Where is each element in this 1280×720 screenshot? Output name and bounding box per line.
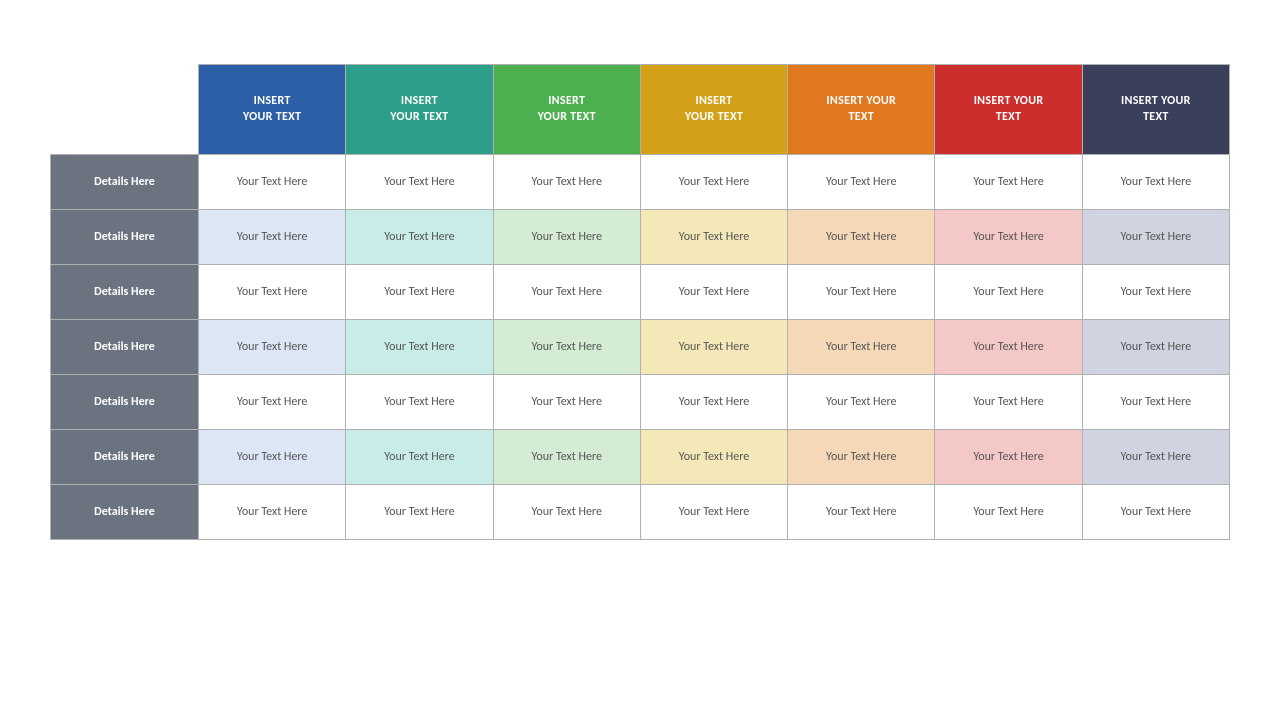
cell-r6-c1[interactable]: Your Text Here <box>199 430 346 485</box>
cell-r6-c4[interactable]: Your Text Here <box>640 430 787 485</box>
cell-r2-c7[interactable]: Your Text Here <box>1082 210 1229 265</box>
table-row: Details HereYour Text HereYour Text Here… <box>51 375 1230 430</box>
column-header-5: INSERT YOURTEXT <box>788 65 935 155</box>
column-header-2: INSERTYOUR TEXT <box>346 65 493 155</box>
cell-r4-c1[interactable]: Your Text Here <box>199 320 346 375</box>
cell-r2-c4[interactable]: Your Text Here <box>640 210 787 265</box>
cell-r5-c3[interactable]: Your Text Here <box>493 375 640 430</box>
cell-r3-c4[interactable]: Your Text Here <box>640 265 787 320</box>
row-label-2: Details Here <box>51 210 199 265</box>
cell-r1-c1[interactable]: Your Text Here <box>199 155 346 210</box>
cell-r2-c6[interactable]: Your Text Here <box>935 210 1082 265</box>
row-label-7: Details Here <box>51 485 199 540</box>
cell-r3-c1[interactable]: Your Text Here <box>199 265 346 320</box>
row-label-4: Details Here <box>51 320 199 375</box>
cell-r3-c2[interactable]: Your Text Here <box>346 265 493 320</box>
cell-r4-c3[interactable]: Your Text Here <box>493 320 640 375</box>
header <box>50 40 1230 44</box>
cell-r1-c4[interactable]: Your Text Here <box>640 155 787 210</box>
cell-r6-c5[interactable]: Your Text Here <box>788 430 935 485</box>
table-row: Details HereYour Text HereYour Text Here… <box>51 485 1230 540</box>
cell-r7-c1[interactable]: Your Text Here <box>199 485 346 540</box>
cell-r1-c5[interactable]: Your Text Here <box>788 155 935 210</box>
cell-r7-c3[interactable]: Your Text Here <box>493 485 640 540</box>
cell-r7-c7[interactable]: Your Text Here <box>1082 485 1229 540</box>
cell-r6-c3[interactable]: Your Text Here <box>493 430 640 485</box>
cell-r7-c6[interactable]: Your Text Here <box>935 485 1082 540</box>
column-header-1: INSERTYOUR TEXT <box>199 65 346 155</box>
cell-r1-c6[interactable]: Your Text Here <box>935 155 1082 210</box>
cell-r3-c3[interactable]: Your Text Here <box>493 265 640 320</box>
cell-r2-c5[interactable]: Your Text Here <box>788 210 935 265</box>
table-row: Details HereYour Text HereYour Text Here… <box>51 320 1230 375</box>
cell-r4-c6[interactable]: Your Text Here <box>935 320 1082 375</box>
table-row: Details HereYour Text HereYour Text Here… <box>51 210 1230 265</box>
cell-r1-c7[interactable]: Your Text Here <box>1082 155 1229 210</box>
cell-r3-c7[interactable]: Your Text Here <box>1082 265 1229 320</box>
cell-r5-c5[interactable]: Your Text Here <box>788 375 935 430</box>
cell-r6-c2[interactable]: Your Text Here <box>346 430 493 485</box>
cell-r4-c5[interactable]: Your Text Here <box>788 320 935 375</box>
comparison-table: INSERTYOUR TEXTINSERTYOUR TEXTINSERTYOUR… <box>50 64 1230 540</box>
cell-r5-c7[interactable]: Your Text Here <box>1082 375 1229 430</box>
cell-r5-c1[interactable]: Your Text Here <box>199 375 346 430</box>
cell-r5-c2[interactable]: Your Text Here <box>346 375 493 430</box>
table-row: Details HereYour Text HereYour Text Here… <box>51 430 1230 485</box>
cell-r1-c2[interactable]: Your Text Here <box>346 155 493 210</box>
cell-r5-c6[interactable]: Your Text Here <box>935 375 1082 430</box>
column-header-4: INSERTYOUR TEXT <box>640 65 787 155</box>
column-header-3: INSERTYOUR TEXT <box>493 65 640 155</box>
cell-r4-c7[interactable]: Your Text Here <box>1082 320 1229 375</box>
cell-r7-c4[interactable]: Your Text Here <box>640 485 787 540</box>
cell-r3-c6[interactable]: Your Text Here <box>935 265 1082 320</box>
cell-r4-c2[interactable]: Your Text Here <box>346 320 493 375</box>
cell-r4-c4[interactable]: Your Text Here <box>640 320 787 375</box>
cell-r6-c7[interactable]: Your Text Here <box>1082 430 1229 485</box>
row-label-3: Details Here <box>51 265 199 320</box>
cell-r7-c5[interactable]: Your Text Here <box>788 485 935 540</box>
cell-r6-c6[interactable]: Your Text Here <box>935 430 1082 485</box>
cell-r3-c5[interactable]: Your Text Here <box>788 265 935 320</box>
header-empty-cell <box>51 65 199 155</box>
row-label-5: Details Here <box>51 375 199 430</box>
page: INSERTYOUR TEXTINSERTYOUR TEXTINSERTYOUR… <box>0 0 1280 720</box>
table-row: Details HereYour Text HereYour Text Here… <box>51 265 1230 320</box>
row-label-1: Details Here <box>51 155 199 210</box>
table-row: Details HereYour Text HereYour Text Here… <box>51 155 1230 210</box>
column-header-6: INSERT YOURTEXT <box>935 65 1082 155</box>
cell-r5-c4[interactable]: Your Text Here <box>640 375 787 430</box>
cell-r1-c3[interactable]: Your Text Here <box>493 155 640 210</box>
column-header-7: INSERT YOURTEXT <box>1082 65 1229 155</box>
cell-r2-c1[interactable]: Your Text Here <box>199 210 346 265</box>
cell-r7-c2[interactable]: Your Text Here <box>346 485 493 540</box>
cell-r2-c2[interactable]: Your Text Here <box>346 210 493 265</box>
row-label-6: Details Here <box>51 430 199 485</box>
cell-r2-c3[interactable]: Your Text Here <box>493 210 640 265</box>
